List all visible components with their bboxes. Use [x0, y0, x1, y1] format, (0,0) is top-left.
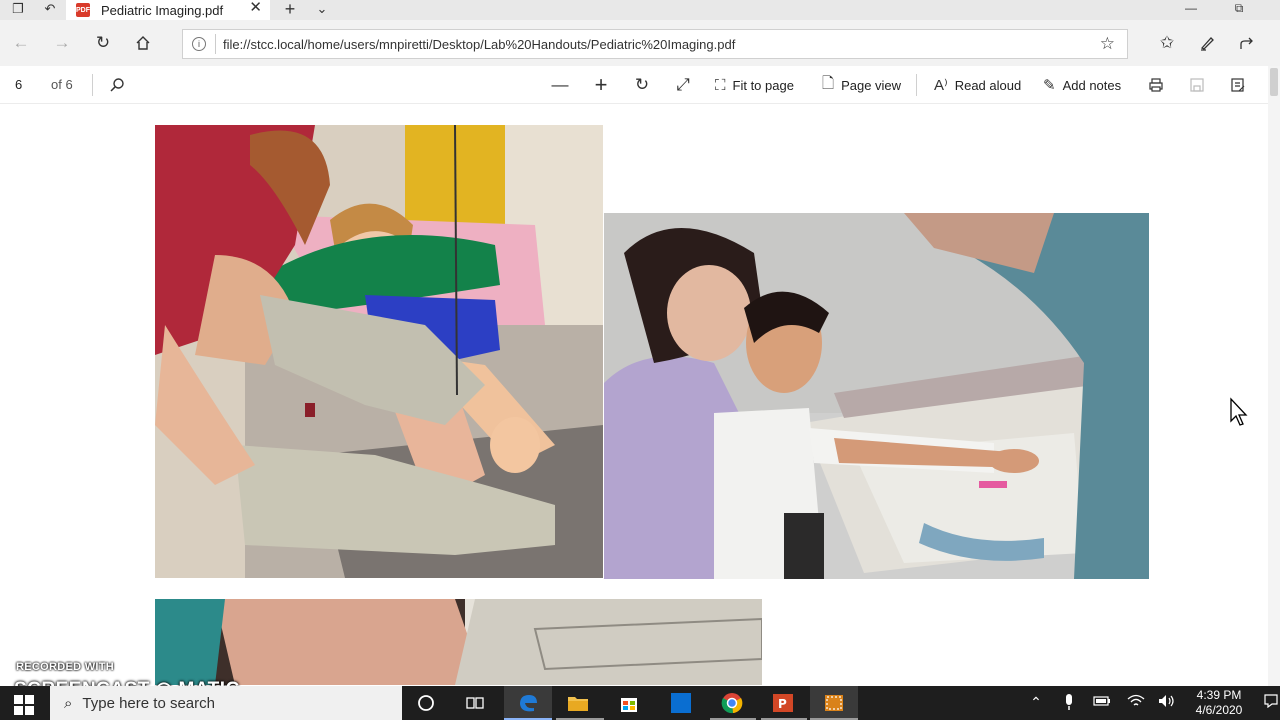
add-notes-label: Add notes: [1062, 77, 1122, 93]
favorites-button[interactable]: ✩: [1154, 31, 1180, 55]
toolbar-divider: [92, 74, 93, 96]
favorites-icon: ✩: [1159, 33, 1175, 52]
read-aloud-button[interactable]: A⁾ Read aloud: [934, 74, 1021, 96]
pdf-page[interactable]: [0, 105, 1268, 685]
print-icon[interactable]: [1144, 74, 1168, 96]
share-button[interactable]: [1234, 31, 1260, 55]
windows-start-icon[interactable]: [14, 695, 34, 715]
refresh-icon: ↻: [95, 33, 111, 52]
taskbar-search-box[interactable]: ⌕ Type here to search: [50, 686, 402, 720]
svg-text:P: P: [778, 697, 787, 711]
pen-icon: [1200, 37, 1214, 51]
refresh-button[interactable]: ↻: [90, 31, 116, 55]
mouse-cursor-icon: [1230, 397, 1248, 426]
url-text[interactable]: file://stcc.local/home/users/mnpiretti/D…: [223, 37, 735, 52]
add-notes-button[interactable]: ✎ Add notes: [1043, 74, 1121, 96]
share-icon: [1240, 37, 1253, 49]
tab-bar: ❐ ↶ PDF Pediatric Imaging.pdf ✕ + ⌄ — ⧉: [0, 0, 1280, 20]
search-placeholder: Type here to search: [82, 694, 215, 712]
toolbar-divider: [916, 74, 917, 96]
web-notes-button[interactable]: [1194, 31, 1220, 55]
tab-pediatric-imaging[interactable]: PDF Pediatric Imaging.pdf ✕: [66, 0, 270, 20]
minimize-window-icon[interactable]: —: [1176, 0, 1206, 16]
search-icon: ⌕: [64, 694, 73, 712]
vertical-scrollbar[interactable]: [1268, 66, 1280, 686]
tab-set-aside-icon[interactable]: ❐: [6, 0, 30, 18]
fit-to-page-icon: ⛶: [715, 76, 726, 94]
zoom-out-icon[interactable]: —: [548, 74, 572, 96]
tab-title: Pediatric Imaging.pdf: [101, 2, 224, 18]
full-screen-icon[interactable]: ⤢: [671, 74, 695, 96]
chrome-icon[interactable]: [720, 691, 744, 715]
restore-window-icon[interactable]: ⧉: [1224, 0, 1254, 16]
back-arrow-icon: ←: [12, 33, 30, 52]
fit-to-page-button[interactable]: ⛶ Fit to page: [715, 74, 794, 96]
battery-icon[interactable]: [1091, 694, 1113, 710]
rotate-icon[interactable]: ↻: [630, 74, 654, 96]
volume-icon[interactable]: [1156, 694, 1178, 711]
read-aloud-icon: A⁾: [934, 77, 948, 94]
forward-arrow-icon: →: [53, 33, 71, 52]
show-hidden-icons-chevron-icon[interactable]: ⌃: [1025, 694, 1047, 711]
task-view-icon[interactable]: [463, 691, 487, 715]
address-bar[interactable]: i file://stcc.local/home/users/mnpiretti…: [182, 29, 1128, 59]
url-divider: [215, 34, 216, 54]
wifi-icon[interactable]: [1125, 694, 1147, 711]
add-notes-pen-icon: ✎: [1043, 77, 1056, 94]
pdf-file-icon: PDF: [76, 3, 90, 17]
taskbar: ⌕ Type here to search P ⌃ 4:39 PM 4/6/20…: [0, 686, 1280, 720]
watermark-line1: RECORDED WITH: [16, 661, 115, 673]
tab-list-chevron-icon[interactable]: ⌄: [310, 0, 334, 18]
page-view-label: Page view: [841, 77, 902, 93]
site-info-icon[interactable]: i: [192, 37, 206, 51]
forward-button[interactable]: →: [49, 31, 75, 55]
page-total: of 6: [51, 77, 73, 92]
photo-third-partial: [155, 599, 762, 685]
page-number-input[interactable]: 6: [15, 77, 22, 92]
home-icon: [136, 36, 150, 50]
save-icon[interactable]: [1185, 74, 1209, 96]
close-tab-icon[interactable]: ✕: [249, 0, 262, 16]
back-button[interactable]: ←: [8, 31, 34, 55]
new-tab-icon[interactable]: +: [278, 0, 302, 19]
clock-date: 4/6/2020: [1195, 703, 1243, 717]
screencast-recorder-icon[interactable]: [822, 691, 846, 715]
page-view-button[interactable]: 🗋 Page view: [822, 74, 901, 96]
fit-to-page-label: Fit to page: [732, 77, 794, 93]
navigation-bar: ← → ↻ i file://stcc.local/home/users/mnp…: [0, 20, 1280, 66]
microsoft-store-icon[interactable]: [617, 691, 641, 715]
photo-arm-xray: [604, 213, 1149, 579]
cortana-icon[interactable]: [414, 691, 438, 715]
star-icon[interactable]: ☆: [1100, 34, 1115, 54]
zoom-in-icon[interactable]: +: [589, 72, 613, 97]
save-as-icon[interactable]: [1226, 74, 1250, 96]
microphone-icon[interactable]: [1058, 694, 1080, 713]
file-explorer-icon[interactable]: [566, 691, 590, 715]
clock-time: 4:39 PM: [1196, 688, 1242, 702]
pdf-toolbar: 6 of 6 — + ↻ ⤢ ⛶ Fit to page 🗋 Page view…: [0, 66, 1268, 104]
system-clock[interactable]: 4:39 PM 4/6/2020: [1186, 688, 1252, 718]
powerpoint-icon[interactable]: P: [771, 691, 795, 715]
blue-app-icon[interactable]: [669, 691, 693, 715]
edge-browser-icon[interactable]: [516, 691, 540, 715]
read-aloud-label: Read aloud: [954, 77, 1022, 93]
scrollbar-thumb[interactable]: [1270, 68, 1278, 96]
tab-restore-icon[interactable]: ↶: [38, 0, 62, 18]
photo-leg-xray: [155, 125, 603, 578]
notifications-icon[interactable]: [1260, 694, 1280, 711]
home-button[interactable]: [130, 31, 156, 55]
page-view-icon: 🗋: [822, 74, 835, 92]
search-icon[interactable]: [105, 74, 129, 96]
